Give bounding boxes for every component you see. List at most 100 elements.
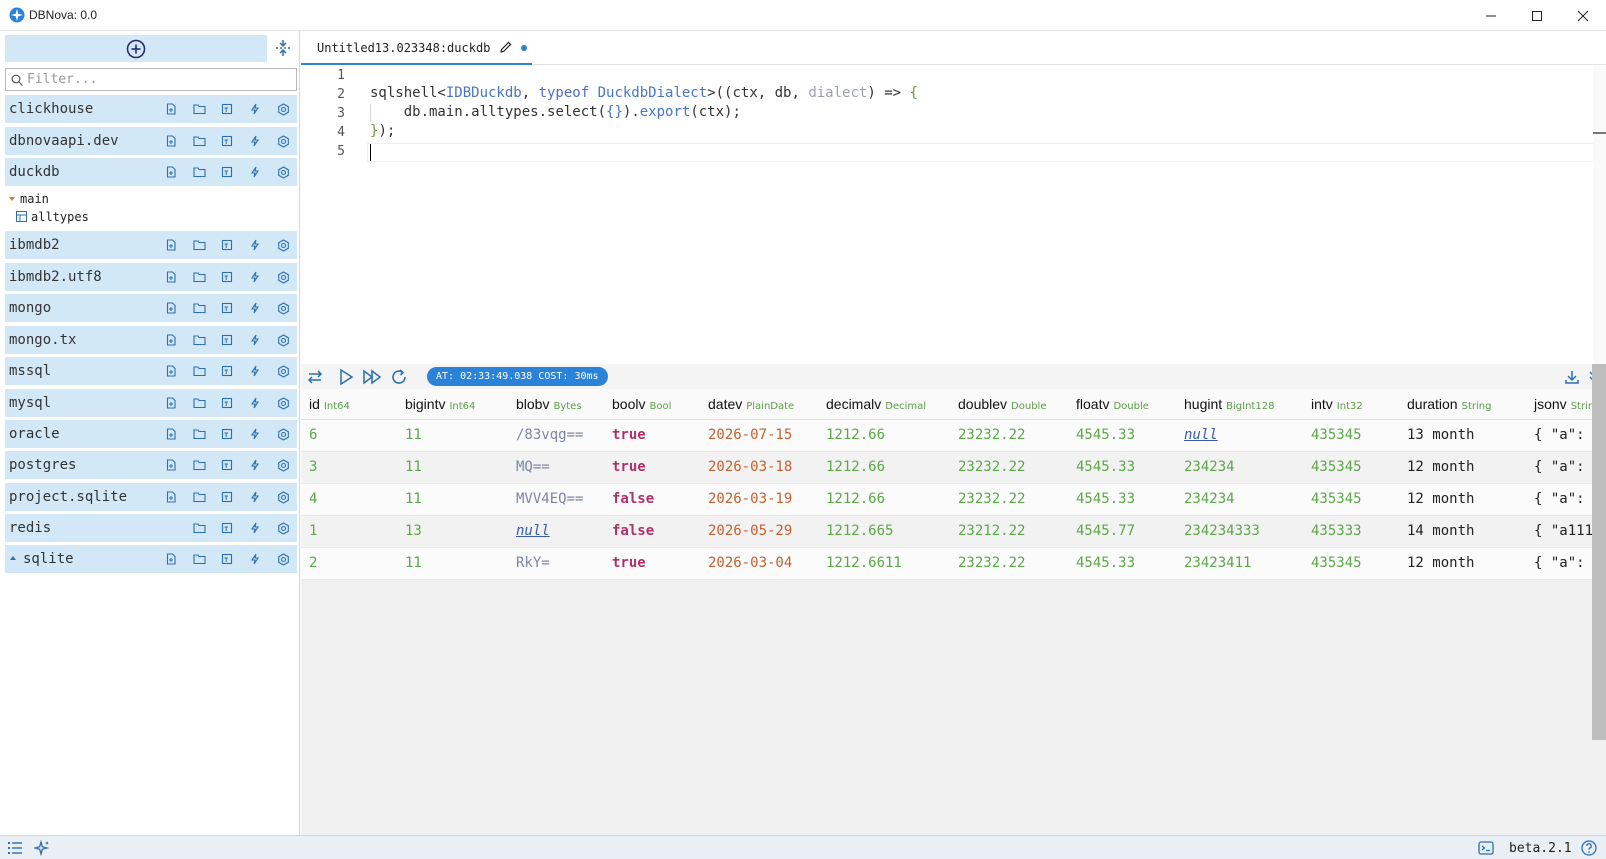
table-cell[interactable]: 435333 bbox=[1303, 515, 1399, 548]
table-cell[interactable]: 12 month bbox=[1399, 547, 1526, 580]
pencil-icon[interactable] bbox=[499, 40, 513, 54]
minimize-button[interactable] bbox=[1468, 0, 1514, 31]
table-cell[interactable]: /83vqg== bbox=[508, 419, 604, 452]
table-cell[interactable]: 14 month bbox=[1399, 515, 1526, 548]
table-cell[interactable]: true bbox=[604, 451, 700, 484]
connection-settings-button[interactable] bbox=[269, 231, 297, 259]
connection-settings-button[interactable] bbox=[269, 514, 297, 542]
table-cell[interactable]: true bbox=[604, 547, 700, 580]
connection-settings-button[interactable] bbox=[269, 451, 297, 479]
new-query-button[interactable] bbox=[157, 95, 185, 123]
table-row[interactable]: 4 11 MVV4EQ== false 2026-03-19 1212.66 23232.2… bbox=[301, 483, 1592, 516]
table-cell[interactable]: true bbox=[604, 419, 700, 452]
column-header-id[interactable]: id Int64 bbox=[301, 389, 397, 420]
connection-settings-button[interactable] bbox=[269, 326, 297, 354]
new-script-button[interactable] bbox=[213, 326, 241, 354]
connection-item[interactable]: mongo bbox=[5, 294, 297, 322]
column-header-duration[interactable]: duration String bbox=[1399, 389, 1526, 420]
new-script-button[interactable] bbox=[213, 451, 241, 479]
connection-settings-button[interactable] bbox=[269, 389, 297, 417]
table-cell[interactable]: { "a": false } bbox=[1526, 547, 1592, 580]
open-folder-button[interactable] bbox=[185, 326, 213, 354]
column-header-boolv[interactable]: boolv Bool bbox=[604, 389, 700, 420]
table-cell[interactable]: { "a": false } bbox=[1526, 483, 1592, 516]
connection-item[interactable]: sqlite bbox=[5, 545, 297, 573]
connection-settings-button[interactable] bbox=[269, 545, 297, 573]
connection-item[interactable]: oracle bbox=[5, 420, 297, 448]
connection-settings-button[interactable] bbox=[269, 95, 297, 123]
maximize-button[interactable] bbox=[1514, 0, 1560, 31]
connection-item[interactable]: mongo.tx bbox=[5, 326, 297, 354]
new-query-button[interactable] bbox=[157, 357, 185, 385]
table-cell[interactable]: MVV4EQ== bbox=[508, 483, 604, 516]
table-cell[interactable]: { "a111": 1 } bbox=[1526, 515, 1592, 548]
table-cell[interactable]: 11 bbox=[397, 419, 508, 452]
connection-settings-button[interactable] bbox=[269, 483, 297, 511]
column-header-bigintv[interactable]: bigintv Int64 bbox=[397, 389, 508, 420]
table-cell[interactable]: 234234 bbox=[1176, 483, 1303, 516]
connection-item[interactable]: redis bbox=[5, 514, 297, 542]
new-query-button[interactable] bbox=[157, 158, 185, 186]
tree-table-alltypes[interactable]: alltypes bbox=[16, 210, 89, 224]
quick-connect-button[interactable] bbox=[241, 231, 269, 259]
run-all-button[interactable] bbox=[361, 366, 383, 388]
table-cell[interactable]: 23232.22 bbox=[950, 547, 1068, 580]
quick-connect-button[interactable] bbox=[241, 357, 269, 385]
table-cell[interactable]: 1212.665 bbox=[818, 515, 950, 548]
column-header-doublev[interactable]: doublev Double bbox=[950, 389, 1068, 420]
new-script-button[interactable] bbox=[213, 357, 241, 385]
quick-connect-button[interactable] bbox=[241, 514, 269, 542]
refresh-button[interactable] bbox=[388, 366, 410, 388]
quick-connect-button[interactable] bbox=[241, 263, 269, 291]
new-query-button[interactable] bbox=[157, 263, 185, 291]
results-scrollbar-thumb[interactable] bbox=[1592, 364, 1606, 740]
column-header-intv[interactable]: intv Int32 bbox=[1303, 389, 1399, 420]
new-script-button[interactable] bbox=[213, 294, 241, 322]
table-cell[interactable]: 4 bbox=[301, 483, 397, 516]
table-cell[interactable]: 1212.66 bbox=[818, 451, 950, 484]
table-cell[interactable]: 3 bbox=[301, 451, 397, 484]
table-row[interactable]: 6 11/83vqg== true 2026-07-15 1212.66 23232.22… bbox=[301, 419, 1592, 452]
table-cell[interactable]: 4545.33 bbox=[1068, 547, 1176, 580]
new-query-button[interactable] bbox=[157, 451, 185, 479]
open-folder-button[interactable] bbox=[185, 127, 213, 155]
table-cell[interactable]: 11 bbox=[397, 451, 508, 484]
quick-connect-button[interactable] bbox=[241, 95, 269, 123]
connection-item[interactable]: dbnovaapi.dev bbox=[5, 127, 297, 155]
column-header-floatv[interactable]: floatv Double bbox=[1068, 389, 1176, 420]
table-row[interactable]: 2 11 RkY= true 2026-03-04 1212.6611 23232.22 45… bbox=[301, 547, 1592, 580]
open-folder-button[interactable] bbox=[185, 357, 213, 385]
table-cell[interactable]: 6 bbox=[301, 419, 397, 452]
table-cell[interactable]: 4545.33 bbox=[1068, 419, 1176, 452]
open-folder-button[interactable] bbox=[185, 95, 213, 123]
table-row[interactable]: 3 11 MQ== true 2026-03-18 1212.66 23232.22 4545… bbox=[301, 451, 1592, 484]
table-cell[interactable]: 13 bbox=[397, 515, 508, 548]
column-header-jsonv[interactable]: jsonvString bbox=[1526, 389, 1592, 420]
quick-connect-button[interactable] bbox=[241, 294, 269, 322]
swap-layout-button[interactable] bbox=[304, 366, 326, 388]
table-cell[interactable]: 23232.22 bbox=[950, 483, 1068, 516]
close-button[interactable] bbox=[1560, 0, 1606, 31]
table-cell[interactable]: 2026-03-19 bbox=[700, 483, 818, 516]
quick-connect-button[interactable] bbox=[241, 127, 269, 155]
connection-item[interactable]: duckdb bbox=[5, 158, 297, 186]
open-folder-button[interactable] bbox=[185, 420, 213, 448]
table-cell[interactable]: 4545.77 bbox=[1068, 515, 1176, 548]
table-cell[interactable]: false bbox=[604, 483, 700, 516]
open-folder-button[interactable] bbox=[185, 294, 213, 322]
download-button[interactable] bbox=[1561, 366, 1583, 388]
table-cell[interactable]: 4545.33 bbox=[1068, 451, 1176, 484]
connection-settings-button[interactable] bbox=[269, 357, 297, 385]
new-query-button[interactable] bbox=[157, 231, 185, 259]
new-script-button[interactable] bbox=[213, 127, 241, 155]
filter-input[interactable] bbox=[27, 71, 289, 88]
table-cell[interactable]: 12 month bbox=[1399, 451, 1526, 484]
table-cell[interactable]: MQ== bbox=[508, 451, 604, 484]
new-script-button[interactable] bbox=[213, 158, 241, 186]
open-folder-button[interactable] bbox=[185, 263, 213, 291]
table-row[interactable]: 1 13 null false 2026-05-29 1212.665 23212.22 45… bbox=[301, 515, 1592, 548]
tab-untitled13[interactable]: Untitled13.023348:duckdb bbox=[301, 31, 532, 65]
connection-item[interactable]: mssql bbox=[5, 357, 297, 385]
quick-connect-button[interactable] bbox=[241, 420, 269, 448]
open-folder-button[interactable] bbox=[185, 231, 213, 259]
